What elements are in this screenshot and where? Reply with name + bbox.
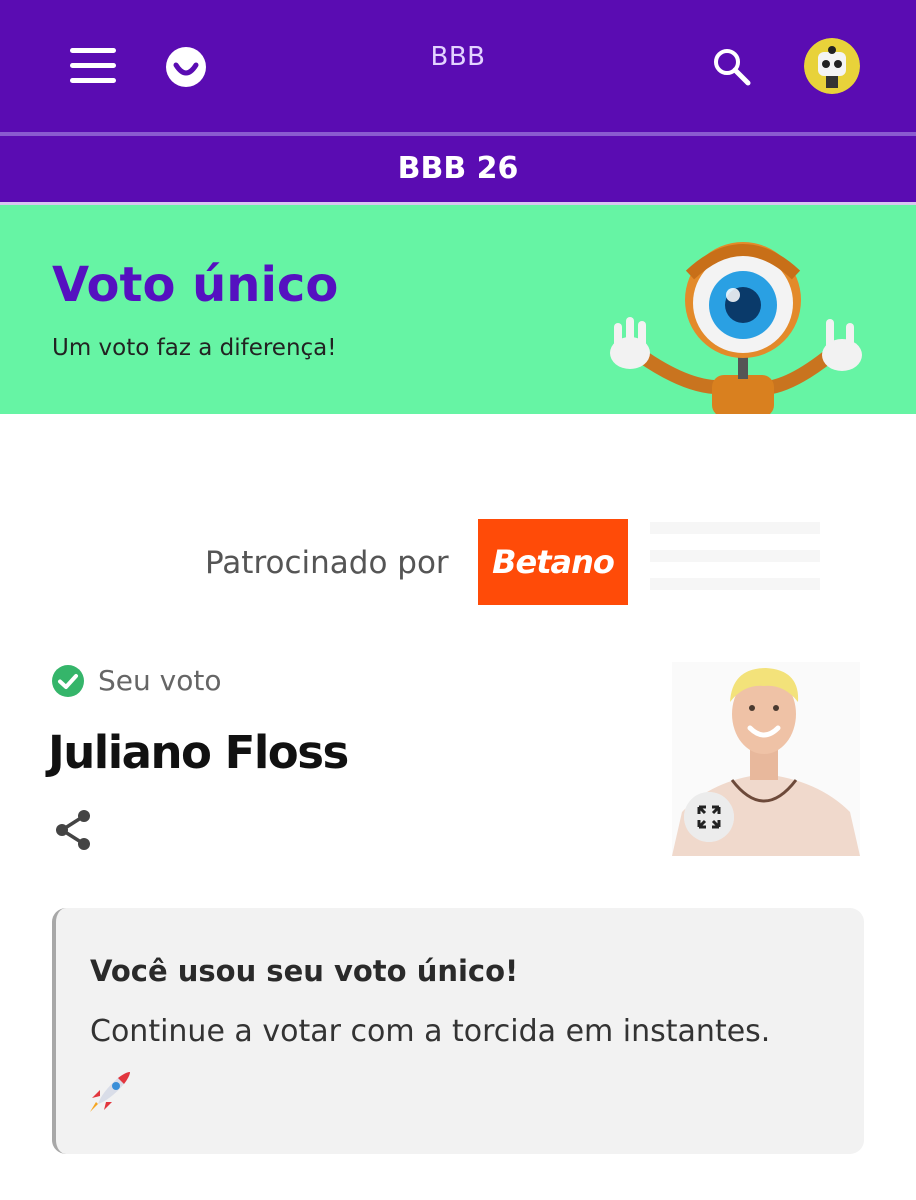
check-circle-icon xyxy=(52,665,84,697)
hero-banner: Voto único Um voto faz a diferença! xyxy=(0,205,916,414)
vote-status-label: Seu voto xyxy=(98,664,222,697)
sponsor-label: Patrocinado por xyxy=(205,545,449,581)
notice-title: Você usou seu voto único! xyxy=(90,954,519,988)
big-brother-eye-mascot-icon xyxy=(610,242,862,414)
site-title[interactable]: BBB xyxy=(0,42,916,72)
rocket-icon xyxy=(90,1072,130,1112)
candidate-name: Juliano Floss xyxy=(48,726,349,779)
notice-body: Continue a votar com a torcida em instan… xyxy=(90,1014,771,1049)
search-icon[interactable] xyxy=(710,45,754,89)
hero-subtitle: Um voto faz a diferença! xyxy=(52,335,337,361)
top-app-bar: BBB xyxy=(0,0,916,132)
betano-logo[interactable]: Betano xyxy=(478,519,628,605)
hero-title: Voto único xyxy=(52,257,339,313)
section-title[interactable]: BBB 26 xyxy=(0,136,916,202)
avatar-icon[interactable] xyxy=(804,38,860,94)
vote-used-notice: Você usou seu voto único! Continue a vot… xyxy=(52,908,864,1154)
expand-icon[interactable] xyxy=(684,792,734,842)
faded-watermark xyxy=(650,522,820,590)
share-icon[interactable] xyxy=(52,808,94,852)
